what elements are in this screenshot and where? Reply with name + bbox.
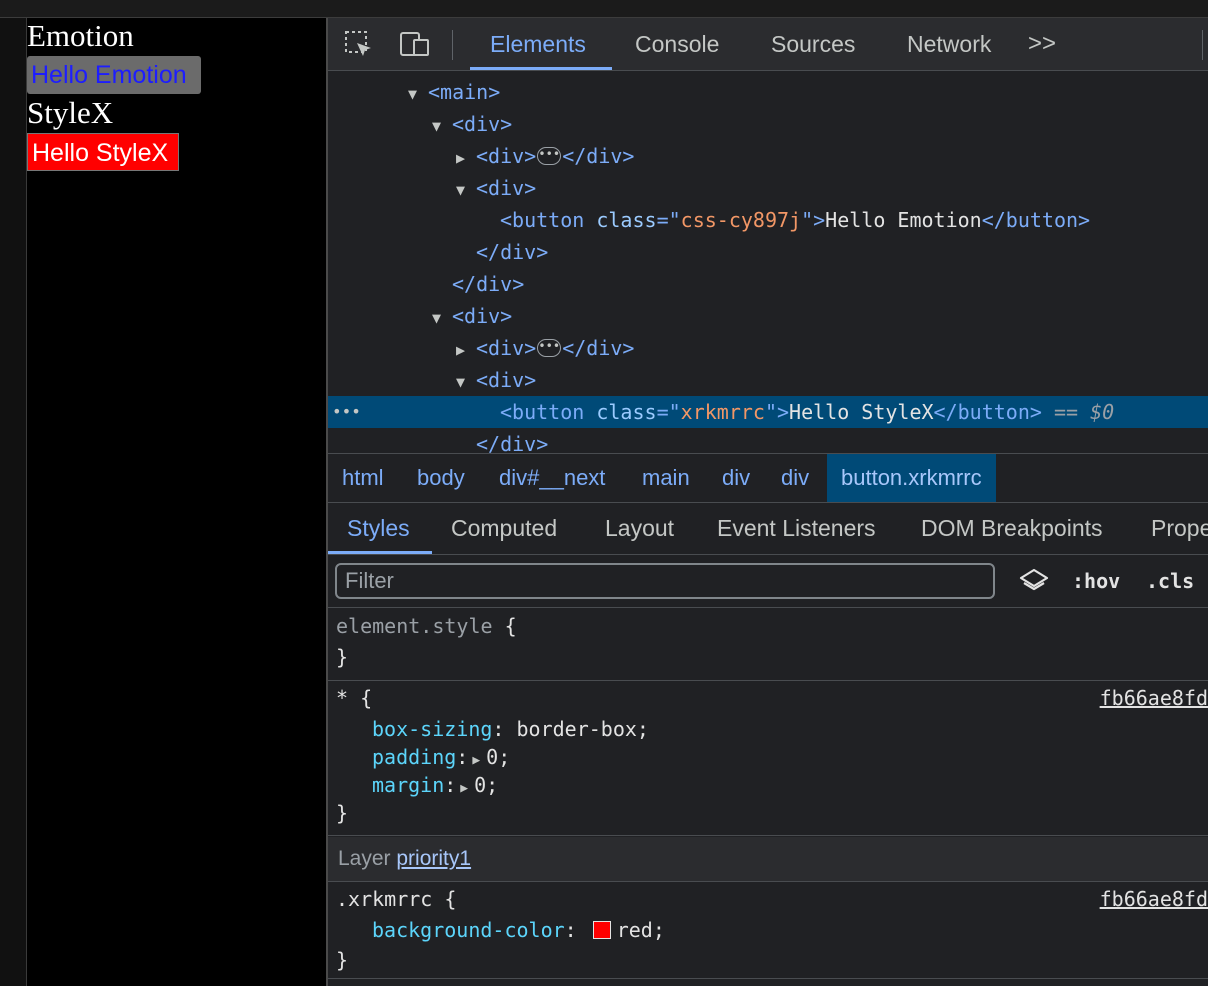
devtools-panel: Elements Console Sources Network >> ▼ <ma… <box>328 18 1208 986</box>
color-swatch[interactable] <box>592 920 611 939</box>
hello-stylex-button[interactable]: Hello StyleX <box>27 133 179 171</box>
layer-label: Layer <box>338 847 391 870</box>
css-declaration[interactable]: box-sizing: border-box; <box>372 715 649 743</box>
dom-node-main[interactable]: ▼ <main> <box>328 76 1208 108</box>
toolbar-separator <box>452 30 453 60</box>
expand-shorthand-triangle-icon[interactable]: ▶ <box>472 753 480 768</box>
hover-state-button[interactable]: :hov <box>1072 555 1120 607</box>
layer-link[interactable]: priority1 <box>396 847 471 870</box>
filter-bar: :hov .cls <box>328 555 1208 608</box>
dom-node-div-collapsed[interactable]: ▶ <div> ••• </div> <box>328 332 1208 364</box>
dom-node-div-close[interactable]: </div> <box>328 428 1208 453</box>
css-declaration[interactable]: background-color: red; <box>372 916 665 944</box>
devtools-tabbar: Elements Console Sources Network >> <box>328 18 1208 71</box>
tab-sources[interactable]: Sources <box>771 18 855 70</box>
breadcrumb-div[interactable]: div <box>781 454 809 502</box>
styles-subtabs: Styles Computed Layout Event Listeners D… <box>328 502 1208 555</box>
breadcrumb-div-next[interactable]: div#__next <box>499 454 605 502</box>
rule-selector[interactable]: element.style <box>336 614 493 638</box>
expanded-triangle-icon[interactable]: ▼ <box>432 302 452 334</box>
emotion-heading: Emotion <box>27 18 134 53</box>
dom-node-div-close[interactable]: </div> <box>328 268 1208 300</box>
ellipsis-badge-icon[interactable]: ••• <box>537 338 562 357</box>
breadcrumb: html body div#__next main div div button… <box>328 453 1208 503</box>
expanded-triangle-icon[interactable]: ▼ <box>456 174 476 206</box>
more-tabs-chevron-icon[interactable]: >> <box>1028 18 1056 70</box>
ellipsis-badge-icon[interactable]: ••• <box>537 146 562 165</box>
layer-header: Layer priority1 <box>328 837 1208 882</box>
device-toolbar-icon[interactable] <box>398 30 429 58</box>
page-viewport: Emotion Hello Emotion StyleX Hello Style… <box>26 18 327 986</box>
dom-node-div[interactable]: ▼ <div> <box>328 108 1208 140</box>
css-declaration[interactable]: padding: ▶ 0; <box>372 743 510 771</box>
tab-styles[interactable]: Styles <box>347 502 410 554</box>
left-gutter <box>0 18 26 986</box>
dom-node-button-stylex-selected[interactable]: ••• <button class="xrkmrrc">Hello StyleX… <box>328 396 1208 428</box>
source-link[interactable]: fb66ae8fd <box>1100 887 1208 911</box>
class-toggle-button[interactable]: .cls <box>1146 555 1194 607</box>
stylex-heading: StyleX <box>27 95 114 130</box>
active-tab-indicator <box>470 67 612 70</box>
rule-close-brace: } <box>336 645 349 669</box>
expanded-triangle-icon[interactable]: ▼ <box>432 110 452 142</box>
tab-layout[interactable]: Layout <box>605 502 674 554</box>
hello-emotion-button[interactable]: Hello Emotion <box>27 56 201 94</box>
dom-node-div[interactable]: ▼ <div> <box>328 364 1208 396</box>
rule-universal: * { fb66ae8fd box-sizing: border-box; pa… <box>328 681 1208 836</box>
expand-shorthand-triangle-icon[interactable]: ▶ <box>460 781 468 796</box>
breadcrumb-main[interactable]: main <box>642 454 690 502</box>
source-link[interactable]: fb66ae8fd <box>1100 686 1208 710</box>
tab-console[interactable]: Console <box>635 18 719 70</box>
tab-computed[interactable]: Computed <box>451 502 557 554</box>
css-declaration[interactable]: margin: ▶ 0; <box>372 771 498 799</box>
expanded-triangle-icon[interactable]: ▼ <box>456 366 476 398</box>
breadcrumb-div[interactable]: div <box>722 454 750 502</box>
more-options-icon[interactable]: ••• <box>332 396 361 428</box>
expanded-triangle-icon[interactable]: ▼ <box>408 78 428 110</box>
tab-dom-breakpoints[interactable]: DOM Breakpoints <box>921 502 1103 554</box>
tab-network[interactable]: Network <box>907 18 991 70</box>
dom-node-div[interactable]: ▼ <div> <box>328 172 1208 204</box>
rule-selector[interactable]: * { <box>336 684 372 712</box>
rule-close-brace: } <box>336 948 349 972</box>
dom-node-div-close[interactable]: </div> <box>328 236 1208 268</box>
layers-icon[interactable] <box>1018 567 1050 597</box>
active-subtab-indicator <box>328 551 432 554</box>
dom-tree: ▼ <main> ▼ <div> ▶ <div> ••• </div> ▼ <div> <b… <box>328 71 1208 453</box>
dom-node-div-collapsed[interactable]: ▶ <div> ••• </div> <box>328 140 1208 172</box>
tab-event-listeners[interactable]: Event Listeners <box>717 502 876 554</box>
breadcrumb-body[interactable]: body <box>417 454 465 502</box>
collapsed-triangle-icon[interactable]: ▶ <box>456 334 476 366</box>
rule-element-style: element.style { } <box>328 608 1208 681</box>
dom-node-div[interactable]: ▼ <div> <box>328 300 1208 332</box>
toolbar-separator-right <box>1202 30 1203 60</box>
window-top-strip <box>0 0 1208 18</box>
collapsed-triangle-icon[interactable]: ▶ <box>456 142 476 174</box>
breadcrumb-button-active[interactable]: button.xrkmrrc <box>827 454 996 502</box>
inspect-element-icon[interactable] <box>344 30 374 58</box>
rule-selector[interactable]: .xrkmrrc { <box>336 885 456 913</box>
selected-node-marker: == $0 <box>1053 400 1115 424</box>
rule-xrkmrrc: .xrkmrrc { fb66ae8fd background-color: re… <box>328 882 1208 979</box>
rule-close-brace: } <box>336 801 349 825</box>
tab-elements[interactable]: Elements <box>490 18 586 70</box>
filter-input[interactable] <box>335 563 995 599</box>
dom-node-button-emotion[interactable]: <button class="css-cy897j">Hello Emotion… <box>328 204 1208 236</box>
breadcrumb-html[interactable]: html <box>342 454 384 502</box>
tab-properties[interactable]: Prope <box>1151 502 1208 554</box>
